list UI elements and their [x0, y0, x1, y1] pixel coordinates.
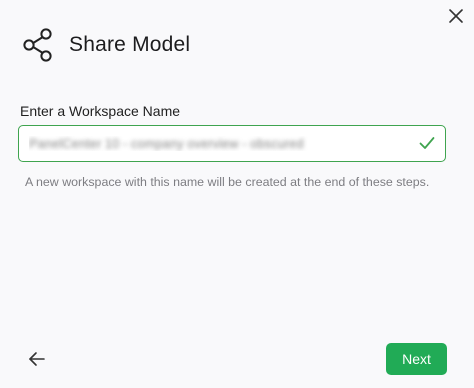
helper-text: A new workspace with this name will be c…: [25, 175, 430, 189]
share-model-dialog: Share Model Enter a Workspace Name A new…: [0, 0, 474, 388]
workspace-name-input[interactable]: [19, 126, 445, 161]
arrow-left-icon[interactable]: [27, 349, 47, 369]
share-icon: [23, 28, 52, 62]
dialog-title: Share Model: [69, 33, 191, 56]
workspace-name-field-wrapper: [18, 125, 446, 162]
close-icon[interactable]: [446, 6, 466, 26]
dialog-header: Share Model: [21, 27, 190, 63]
checkmark-icon: [419, 137, 435, 149]
workspace-name-label: Enter a Workspace Name: [20, 103, 181, 119]
next-button[interactable]: Next: [386, 343, 447, 375]
